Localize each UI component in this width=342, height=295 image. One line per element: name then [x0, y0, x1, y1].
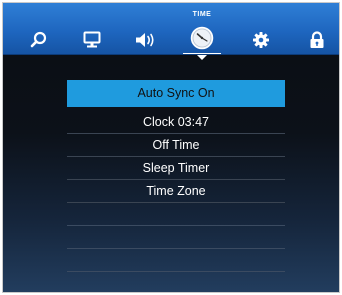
- lock-icon: [310, 31, 324, 48]
- active-tab-underline: [183, 53, 221, 55]
- tv-settings-screen: TIME Auto Sync On Clock 03:47 Off Time S…: [2, 2, 340, 293]
- list-item-empty: [67, 226, 285, 249]
- active-tab-pointer: [197, 55, 207, 60]
- list-item-sleep-timer[interactable]: Sleep Timer: [67, 157, 285, 180]
- tab-display[interactable]: [70, 3, 114, 55]
- search-icon: [30, 31, 47, 48]
- tab-time[interactable]: TIME: [180, 3, 224, 60]
- tab-lock[interactable]: [295, 3, 339, 55]
- tab-settings[interactable]: [239, 3, 283, 55]
- tab-sound[interactable]: [123, 3, 167, 55]
- list-item-empty: [67, 272, 285, 292]
- speaker-icon: [136, 33, 154, 47]
- settings-menu-bar: TIME: [3, 3, 339, 60]
- list-item-time-zone[interactable]: Time Zone: [67, 180, 285, 203]
- list-item-empty: [67, 203, 285, 226]
- time-settings-list: Auto Sync On Clock 03:47 Off Time Sleep …: [67, 80, 285, 292]
- tab-time-label: TIME: [192, 11, 212, 18]
- gear-icon: [253, 32, 269, 48]
- tab-search[interactable]: [17, 3, 61, 55]
- list-item-auto-sync[interactable]: Auto Sync On: [67, 80, 285, 107]
- list-item-empty: [67, 249, 285, 272]
- list-item-off-time[interactable]: Off Time: [67, 134, 285, 157]
- monitor-icon: [83, 31, 101, 48]
- list-item-clock[interactable]: Clock 03:47: [67, 111, 285, 134]
- clock-icon: [190, 26, 214, 50]
